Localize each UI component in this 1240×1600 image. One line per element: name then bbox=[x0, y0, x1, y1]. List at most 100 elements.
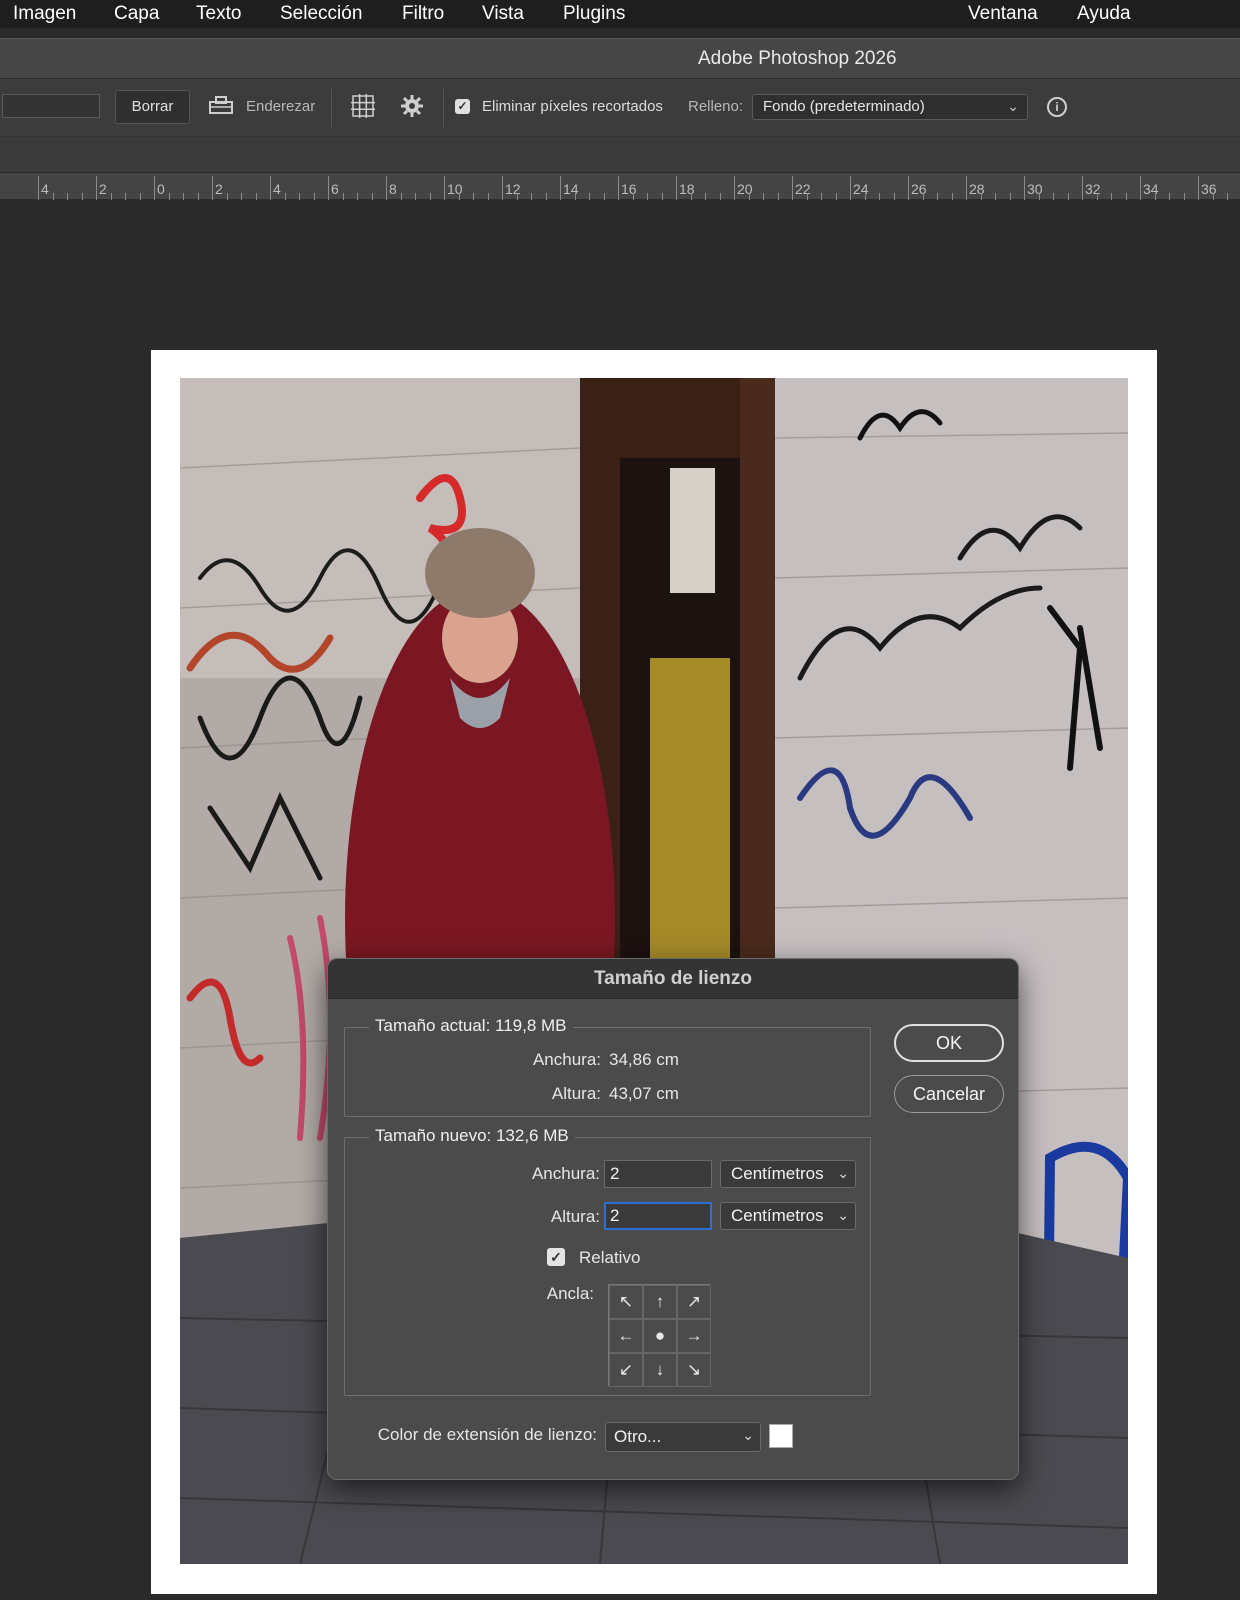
current-width-label: Anchura: bbox=[532, 1050, 601, 1069]
ruler-minor-tick bbox=[168, 193, 170, 200]
menu-ayuda[interactable]: Ayuda bbox=[1077, 3, 1131, 25]
chevron-down-icon: ⌄ bbox=[837, 1165, 849, 1181]
ruler-tick bbox=[270, 176, 271, 200]
ruler-tick bbox=[618, 176, 619, 200]
ruler-minor-tick bbox=[110, 193, 112, 200]
delete-cropped-checkbox[interactable]: ✓ bbox=[455, 99, 470, 114]
ruler-label: 34 bbox=[1143, 181, 1159, 197]
ruler-tick bbox=[560, 176, 561, 200]
ruler-label: 2 bbox=[215, 181, 223, 197]
arrow-down-right-icon[interactable]: ↘ bbox=[677, 1353, 711, 1387]
extension-color-value: Otro... bbox=[614, 1427, 662, 1446]
delete-cropped-label[interactable]: Eliminar píxeles recortados bbox=[482, 98, 663, 115]
ruler-label: 16 bbox=[621, 181, 637, 197]
extension-color-swatch[interactable] bbox=[769, 1424, 793, 1448]
ruler-label: 36 bbox=[1201, 181, 1217, 197]
ruler-tick bbox=[154, 176, 155, 200]
ruler-minor-tick bbox=[632, 193, 634, 200]
ruler-label: 20 bbox=[737, 181, 753, 197]
center-dot-icon[interactable]: ● bbox=[643, 1319, 677, 1353]
relative-label[interactable]: Relativo bbox=[579, 1248, 640, 1268]
ruler-minor-tick bbox=[1154, 193, 1156, 200]
level-icon[interactable] bbox=[208, 94, 234, 121]
menu-imagen[interactable]: Imagen bbox=[13, 3, 76, 25]
new-width-input[interactable]: 2 bbox=[604, 1160, 712, 1188]
arrow-left-icon[interactable]: ← bbox=[609, 1319, 643, 1353]
arrow-up-right-icon[interactable]: ↗ bbox=[677, 1285, 711, 1319]
menu-filtro[interactable]: Filtro bbox=[402, 3, 444, 25]
menu-texto[interactable]: Texto bbox=[196, 3, 241, 25]
cancel-button[interactable]: Cancelar bbox=[894, 1075, 1004, 1113]
ruler-minor-tick bbox=[864, 193, 866, 200]
ruler-minor-tick bbox=[342, 193, 344, 200]
arrow-down-left-icon[interactable]: ↙ bbox=[609, 1353, 643, 1387]
ruler-minor-tick bbox=[719, 193, 721, 200]
ruler-minor-tick bbox=[473, 193, 474, 200]
ruler-minor-tick bbox=[748, 193, 750, 200]
window-title: Adobe Photoshop 2026 bbox=[698, 48, 897, 69]
ruler-label: 22 bbox=[795, 181, 811, 197]
ruler-minor-tick bbox=[1125, 193, 1127, 200]
width-unit-select[interactable]: Centímetros ⌄ bbox=[720, 1160, 856, 1188]
ruler-tick bbox=[1140, 176, 1141, 200]
current-height-label: Altura: bbox=[551, 1084, 601, 1103]
ruler-tick bbox=[850, 176, 851, 200]
straighten-label[interactable]: Enderezar bbox=[246, 98, 315, 115]
ratio-input[interactable] bbox=[2, 94, 100, 118]
clear-button[interactable]: Borrar bbox=[115, 90, 190, 124]
ruler-minor-tick bbox=[995, 193, 996, 200]
height-unit-select[interactable]: Centímetros ⌄ bbox=[720, 1202, 856, 1230]
gear-icon[interactable] bbox=[400, 94, 424, 123]
arrow-up-icon[interactable]: ↑ bbox=[643, 1285, 677, 1319]
menu-capa[interactable]: Capa bbox=[114, 3, 159, 25]
panel-gap bbox=[0, 136, 1240, 172]
ok-button[interactable]: OK bbox=[894, 1024, 1004, 1062]
menu-vista[interactable]: Vista bbox=[482, 3, 524, 25]
fill-select[interactable]: Fondo (predeterminado) ⌄ bbox=[752, 94, 1028, 120]
options-bar: Borrar Enderezar ✓ Eliminar píxeles reco… bbox=[0, 78, 1240, 136]
ruler-minor-tick bbox=[183, 193, 184, 200]
ruler-label: 24 bbox=[853, 181, 869, 197]
ruler-label: 8 bbox=[389, 181, 397, 197]
extension-color-select[interactable]: Otro... ⌄ bbox=[605, 1422, 761, 1452]
ruler-minor-tick bbox=[980, 193, 982, 200]
ruler-tick bbox=[444, 176, 445, 200]
info-icon[interactable]: i bbox=[1047, 97, 1067, 117]
ruler-minor-tick bbox=[429, 193, 431, 200]
ruler-minor-tick bbox=[1053, 193, 1054, 200]
ruler-tick bbox=[212, 176, 213, 200]
ruler-tick bbox=[38, 176, 39, 200]
ruler-minor-tick bbox=[922, 193, 924, 200]
ruler-tick bbox=[386, 176, 387, 200]
new-height-input[interactable]: 2 bbox=[604, 1202, 712, 1230]
ruler-minor-tick bbox=[357, 193, 358, 200]
ruler-tick bbox=[676, 176, 677, 200]
ruler-minor-tick bbox=[125, 193, 126, 200]
ruler-minor-tick bbox=[661, 193, 663, 200]
current-size-legend: Tamaño actual: 119,8 MB bbox=[369, 1016, 573, 1036]
ruler-minor-tick bbox=[313, 193, 315, 200]
ruler-minor-tick bbox=[821, 193, 822, 200]
ruler-label: 12 bbox=[505, 181, 521, 197]
dialog-title-bar[interactable]: Tamaño de lienzo bbox=[328, 959, 1018, 999]
menu-ventana[interactable]: Ventana bbox=[968, 3, 1038, 25]
ruler-minor-tick bbox=[545, 193, 547, 200]
arrow-right-icon[interactable]: → bbox=[677, 1319, 711, 1353]
menu-seleccion[interactable]: Selección bbox=[280, 3, 362, 25]
ruler-label: 32 bbox=[1085, 181, 1101, 197]
ruler-minor-tick bbox=[415, 193, 416, 200]
menu-plugins[interactable]: Plugins bbox=[563, 3, 625, 25]
ruler-minor-tick bbox=[81, 193, 83, 200]
toolbar-divider bbox=[443, 89, 444, 127]
ruler-minor-tick bbox=[197, 193, 199, 200]
grid-icon[interactable] bbox=[351, 94, 375, 123]
ruler-minor-tick bbox=[806, 193, 808, 200]
chevron-down-icon: ⌄ bbox=[837, 1207, 849, 1223]
ruler-minor-tick bbox=[400, 193, 402, 200]
arrow-down-icon[interactable]: ↓ bbox=[643, 1353, 677, 1387]
ruler-minor-tick bbox=[284, 193, 286, 200]
horizontal-ruler: 4 2 0 2 4 6 8 10 12 14 16 18 20 22 24 26 28 30 32 34 36 bbox=[0, 172, 1240, 200]
ruler-minor-tick bbox=[1169, 193, 1170, 200]
relative-checkbox[interactable]: ✓ bbox=[547, 1248, 565, 1266]
arrow-up-left-icon[interactable]: ↖ bbox=[609, 1285, 643, 1319]
